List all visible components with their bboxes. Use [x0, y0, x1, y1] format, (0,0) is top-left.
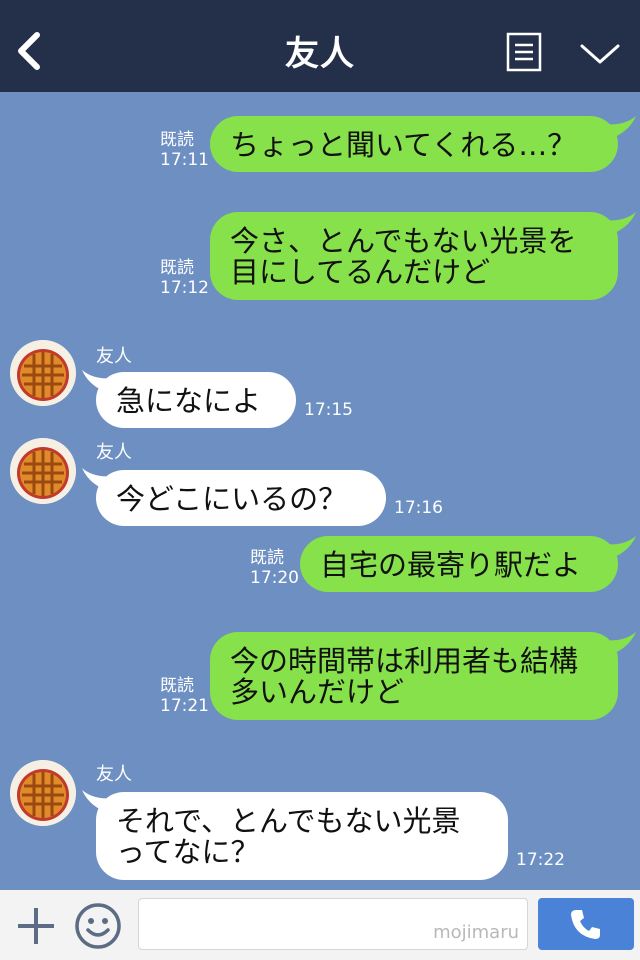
read-label: 既読: [160, 130, 194, 150]
menu-list-icon: [506, 32, 542, 72]
message-row: 友人 それで、とんでもない光景 ってなに？ 17:22: [0, 758, 640, 882]
outgoing-message-bubble[interactable]: 今さ、とんでもない光景を 目にしてるんだけど: [210, 212, 618, 300]
phone-icon: [571, 910, 600, 939]
bubble-tail: [606, 116, 636, 140]
bubble-tail: [606, 632, 636, 656]
message-row: 既読 17:12 今さ、とんでもない光景を 目にしてるんだけど: [0, 210, 640, 300]
message-time: 17:16: [394, 498, 443, 518]
contact-avatar[interactable]: [10, 340, 76, 406]
read-status: 既読 17:12: [160, 258, 209, 298]
chat-area[interactable]: 既読 17:11 ちょっと聞いてくれる…？ 既読 17:12 今さ、とんでもない…: [0, 92, 640, 890]
outgoing-message-bubble[interactable]: ちょっと聞いてくれる…？: [210, 116, 618, 172]
message-row: 友人 今どこにいるの？ 17:16: [0, 436, 640, 528]
emoji-button[interactable]: [74, 902, 122, 950]
bubble-tail: [606, 536, 636, 560]
message-time: 17:21: [160, 696, 209, 716]
collapse-button[interactable]: [578, 40, 622, 68]
contact-avatar[interactable]: [10, 438, 76, 504]
bubble-tail: [606, 212, 636, 236]
contact-avatar[interactable]: [10, 760, 76, 826]
plus-icon: [18, 908, 54, 944]
sender-name: 友人: [96, 442, 132, 463]
menu-button[interactable]: [506, 32, 542, 72]
message-time: 17:22: [516, 850, 565, 870]
pie-avatar-icon: [10, 340, 76, 406]
message-time: 17:20: [250, 568, 299, 588]
watermark-text: mojimaru: [433, 922, 519, 943]
incoming-message-bubble[interactable]: 今どこにいるの？: [96, 470, 386, 526]
chevron-down-icon: [580, 44, 620, 64]
top-bar: 友人: [0, 0, 640, 92]
call-button[interactable]: [538, 898, 634, 950]
outgoing-message-bubble[interactable]: 今の時間帯は利用者も結構 多いんだけど: [210, 632, 618, 720]
read-status: 既読 17:11: [160, 130, 209, 170]
incoming-message-bubble[interactable]: 急になによ: [96, 372, 296, 428]
read-label: 既読: [160, 258, 194, 278]
message-composer: mojimaru: [0, 890, 640, 960]
smiley-icon: [75, 903, 121, 949]
outgoing-message-bubble[interactable]: 自宅の最寄り駅だよ: [300, 536, 618, 592]
message-row: 既読 17:11 ちょっと聞いてくれる…？: [0, 114, 640, 174]
message-time: 17:11: [160, 150, 209, 170]
message-time: 17:12: [160, 278, 209, 298]
pie-avatar-icon: [10, 760, 76, 826]
read-status: 既読 17:21: [160, 676, 209, 716]
message-time: 17:15: [304, 400, 353, 420]
message-row: 既読 17:21 今の時間帯は利用者も結構 多いんだけど: [0, 630, 640, 720]
sender-name: 友人: [96, 764, 132, 785]
pie-avatar-icon: [10, 438, 76, 504]
read-status: 既読 17:20: [250, 548, 299, 588]
sender-name: 友人: [96, 346, 132, 367]
add-button[interactable]: [14, 904, 58, 948]
read-label: 既読: [160, 676, 194, 696]
message-input[interactable]: mojimaru: [138, 898, 528, 950]
incoming-message-bubble[interactable]: それで、とんでもない光景 ってなに？: [96, 792, 508, 880]
chat-title: 友人: [285, 34, 355, 74]
message-row: 友人 急になによ 17:15: [0, 338, 640, 430]
read-label: 既読: [250, 548, 284, 568]
message-row: 既読 17:20 自宅の最寄り駅だよ: [0, 534, 640, 594]
